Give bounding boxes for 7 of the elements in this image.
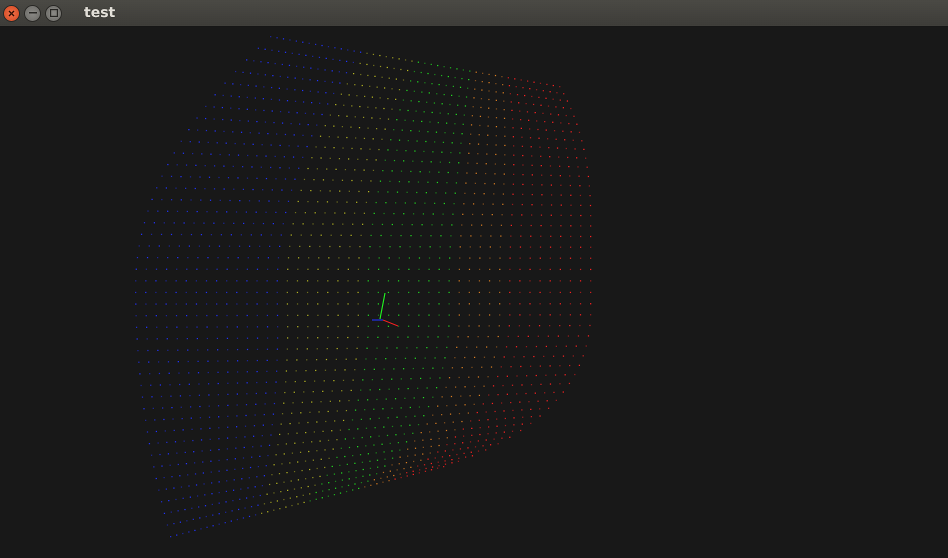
close-icon [8, 10, 15, 16]
maximize-icon [50, 9, 58, 17]
minimize-icon [28, 12, 36, 14]
close-button[interactable] [3, 4, 20, 22]
maximize-button[interactable] [45, 4, 62, 22]
minimize-button[interactable] [24, 4, 41, 22]
window-title: test [84, 5, 116, 21]
